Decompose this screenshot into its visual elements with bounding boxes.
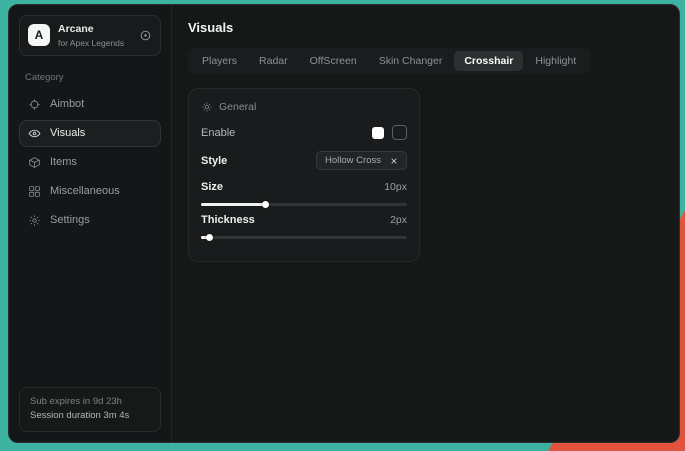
size-slider[interactable] [201,200,407,208]
section-title: General [219,101,256,113]
grid-icon [28,185,41,198]
session-duration-text: Session duration 3m 4s [30,409,150,424]
crosshair-icon [28,98,41,111]
sidebar-item-label: Miscellaneous [50,185,120,197]
general-panel: General Enable Style Hollow Cross [188,88,420,262]
package-icon [28,156,41,169]
main-content: Visuals PlayersRadarOffScreenSkin Change… [172,5,679,442]
panel-section-header: General [201,101,407,113]
sidebar-item-label: Aimbot [50,98,84,110]
clear-style-icon[interactable] [390,157,398,165]
app-title: Arcane [58,23,124,36]
app-window: A Arcane for Apex Legends Category Aimbo… [8,4,680,443]
sub-expires-text: Sub expires in 9d 23h [30,395,150,410]
thickness-value: 2px [390,214,407,226]
page-title: Visuals [188,20,663,35]
tab-offscreen[interactable]: OffScreen [300,51,367,71]
sidebar: A Arcane for Apex Legends Category Aimbo… [9,5,172,442]
desktop-background: A Arcane for Apex Legends Category Aimbo… [0,0,685,451]
category-label: Category [25,72,161,83]
thickness-slider[interactable] [201,233,407,241]
tab-bar: PlayersRadarOffScreenSkin ChangerCrossha… [188,48,590,74]
app-header-text: Arcane for Apex Legends [58,23,124,48]
style-value: Hollow Cross [325,155,381,166]
app-subtitle: for Apex Legends [58,38,124,48]
size-slider-head: Size 10px [201,181,407,193]
gear-icon [28,214,41,227]
size-slider-fill [201,203,265,206]
thickness-label: Thickness [201,214,255,226]
sun-icon [201,101,213,113]
thickness-slider-track [201,236,407,239]
style-row: Style Hollow Cross [201,151,407,170]
app-header: A Arcane for Apex Legends [19,15,161,56]
sidebar-item-label: Visuals [50,127,85,139]
enable-controls [372,125,407,140]
tab-players[interactable]: Players [192,51,247,71]
subscription-info: Sub expires in 9d 23h Session duration 3… [19,387,161,432]
thickness-slider-head: Thickness 2px [201,214,407,226]
enable-label: Enable [201,127,235,139]
sidebar-item-label: Items [50,156,77,168]
tab-highlight[interactable]: Highlight [525,51,586,71]
size-slider-thumb[interactable] [262,201,269,208]
sidebar-item-aimbot[interactable]: Aimbot [19,91,161,118]
thickness-slider-thumb[interactable] [206,234,213,241]
style-label: Style [201,155,227,167]
sidebar-item-miscellaneous[interactable]: Miscellaneous [19,178,161,205]
app-logo: A [28,24,50,46]
tab-crosshair[interactable]: Crosshair [454,51,523,71]
enable-row: Enable [201,125,407,140]
tab-radar[interactable]: Radar [249,51,298,71]
sidebar-item-settings[interactable]: Settings [19,207,161,234]
eye-icon [28,127,41,140]
enable-keybind-box[interactable] [392,125,407,140]
size-value: 10px [384,181,407,193]
sidebar-item-label: Settings [50,214,90,226]
sidebar-nav: Aimbot Visuals Items Miscellaneous Settings [19,91,161,234]
enable-checkbox[interactable] [372,127,384,139]
target-icon[interactable] [139,29,152,42]
style-select[interactable]: Hollow Cross [316,151,407,170]
sidebar-item-visuals[interactable]: Visuals [19,120,161,147]
sidebar-item-items[interactable]: Items [19,149,161,176]
tab-skin-changer[interactable]: Skin Changer [369,51,453,71]
thickness-row: Thickness 2px [201,214,407,241]
size-label: Size [201,181,223,193]
size-row: Size 10px [201,181,407,208]
